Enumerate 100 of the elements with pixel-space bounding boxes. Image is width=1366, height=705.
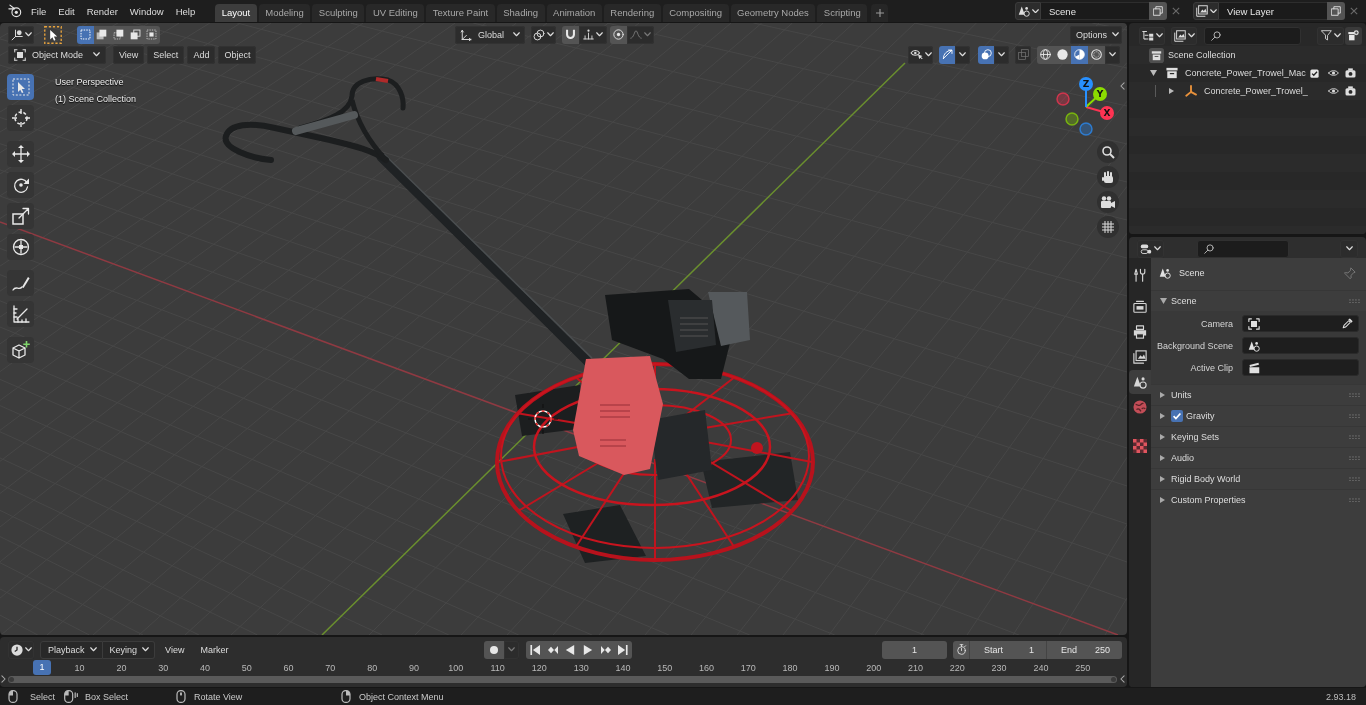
header-menu[interactable]: Select (147, 45, 185, 64)
workspace-tab[interactable]: Compositing (662, 4, 729, 22)
3d-viewport[interactable]: Global Options Object Mode View Select Add Object User Perspective (1) Scene Collection X Y Z (0, 23, 1127, 635)
select-mode-button[interactable] (143, 25, 160, 44)
menu-item[interactable]: Render (80, 2, 124, 20)
visibility-dropdown[interactable] (908, 45, 933, 64)
shading-dropdown[interactable] (1105, 45, 1120, 64)
display-mode-dropdown[interactable] (1171, 26, 1197, 45)
scene-browse-button[interactable] (1015, 2, 1041, 20)
view-layer-name-field[interactable]: View Layer (1219, 2, 1327, 20)
search-field[interactable] (1204, 26, 1301, 45)
workspace-tab[interactable]: UV Editing (366, 4, 425, 22)
chevron-left-icon[interactable] (1120, 675, 1125, 683)
header-menu[interactable]: View (113, 45, 145, 64)
logo-icon[interactable] (8, 4, 22, 18)
filter-dropdown[interactable] (1317, 26, 1344, 45)
play-reverse-button[interactable] (561, 640, 580, 659)
current-frame-badge[interactable]: 1 (33, 660, 51, 675)
add-workspace-button[interactable] (871, 4, 889, 22)
drag-handle-icon[interactable] (1349, 476, 1360, 482)
scene-name-field[interactable]: Scene (1041, 2, 1149, 20)
scale-tool-button[interactable] (7, 203, 34, 229)
disclosure-triangle-icon[interactable] (1160, 455, 1165, 461)
start-frame-field[interactable]: Start 1 (969, 640, 1046, 659)
disclosure-triangle-icon[interactable] (1160, 497, 1165, 503)
shading-mode-button[interactable] (1071, 45, 1088, 64)
menu-item[interactable]: Window (123, 2, 170, 20)
close-icon[interactable] (1172, 7, 1180, 15)
view-layer-browse-button[interactable] (1193, 2, 1219, 20)
hand-icon[interactable] (1097, 166, 1119, 188)
drag-handle-icon[interactable] (1349, 413, 1360, 419)
workspace-tab[interactable]: Texture Paint (426, 4, 495, 22)
camera-icon[interactable] (1345, 86, 1356, 96)
workspace-tab[interactable]: Shading (496, 4, 545, 22)
snap-target-dropdown[interactable] (578, 25, 607, 44)
workspace-tab[interactable]: Animation (546, 4, 602, 22)
menu-item[interactable]: Edit (52, 2, 81, 20)
end-frame-field[interactable]: End 250 (1046, 640, 1122, 659)
outliner-item[interactable]: Concrete_Power_Trowel_ (1204, 86, 1308, 96)
shading-mode-button[interactable] (1037, 45, 1054, 64)
cursor-tool-button[interactable] (7, 105, 34, 131)
overlay-toggle-button[interactable] (978, 45, 994, 64)
header-menu[interactable]: Add (187, 45, 216, 64)
menu-dropdown[interactable]: Playback (40, 640, 103, 659)
overlay-dropdown[interactable] (994, 45, 1009, 64)
select-mode-button[interactable] (110, 25, 127, 44)
drag-handle-icon[interactable] (1349, 455, 1360, 461)
camera-picker-field[interactable] (1242, 315, 1359, 332)
select-mode-button[interactable] (77, 25, 94, 44)
move-tool-button[interactable] (7, 141, 34, 167)
power-trowel-drawing[interactable] (222, 76, 815, 563)
chevron-left-icon[interactable] (1120, 82, 1125, 90)
checkbox-icon[interactable] (1310, 68, 1319, 78)
disclosure-triangle-icon[interactable] (1160, 434, 1165, 440)
gizmo-axis-handle[interactable] (1079, 122, 1093, 136)
select-box-tool-icon[interactable] (44, 25, 62, 44)
header-menu[interactable]: View (159, 644, 191, 655)
gizmo-dropdown[interactable] (955, 45, 970, 64)
current-frame-field[interactable]: 1 (882, 640, 947, 659)
menu-dropdown[interactable]: Keying (102, 640, 156, 659)
gizmo-toggle-button[interactable] (939, 45, 955, 64)
editor-type-button[interactable] (1137, 239, 1164, 258)
3d-cursor-icon[interactable] (527, 403, 559, 435)
gizmo-axis-handle[interactable]: Z (1079, 77, 1093, 108)
header-menu[interactable]: Marker (194, 644, 235, 655)
duplicate-button[interactable] (1149, 2, 1167, 20)
annotate-tool-button[interactable] (7, 270, 34, 296)
menu-item[interactable]: Help (169, 2, 202, 20)
shading-mode-button[interactable] (1088, 45, 1105, 64)
jump-end-button[interactable] (614, 640, 632, 659)
disclosure-triangle-icon[interactable] (1160, 413, 1165, 419)
eyedropper-icon[interactable] (1342, 318, 1353, 329)
zoom-icon[interactable] (1097, 141, 1119, 163)
orientation-dropdown[interactable]: Global (454, 25, 525, 44)
disclosure-triangle-icon[interactable] (1150, 70, 1157, 76)
editor-type-button[interactable] (1139, 26, 1165, 45)
close-icon[interactable] (1350, 7, 1358, 15)
preview-range-button[interactable] (953, 640, 969, 659)
properties-tab[interactable] (1129, 370, 1151, 394)
options-dropdown[interactable] (1340, 239, 1358, 258)
gizmo-axis-handle[interactable] (1056, 92, 1070, 106)
workspace-tab[interactable]: Geometry Nodes (730, 4, 816, 22)
mode-dropdown[interactable]: Object Mode (8, 45, 106, 64)
snap-toggle-button[interactable] (561, 25, 579, 44)
disclosure-triangle-icon[interactable] (1160, 392, 1165, 398)
measure-tool-button[interactable] (7, 301, 34, 327)
editor-type-button[interactable] (8, 640, 34, 659)
drag-handle-icon[interactable] (1349, 298, 1360, 304)
drag-handle-icon[interactable] (1349, 497, 1360, 503)
workspace-tab[interactable]: Sculpting (312, 4, 365, 22)
header-menu[interactable]: Object (218, 45, 257, 64)
eye-icon[interactable] (1328, 87, 1339, 95)
add-cube-tool-button[interactable] (7, 337, 34, 363)
select-tool-button[interactable] (7, 74, 34, 100)
drag-handle-icon[interactable] (1349, 392, 1360, 398)
gizmo-axis-handle[interactable] (1065, 112, 1079, 126)
gizmo-axis-handle[interactable]: X (1085, 106, 1114, 120)
options-dropdown[interactable]: Options (1070, 25, 1122, 44)
disclosure-triangle-icon[interactable] (1160, 298, 1167, 304)
workspace-tab[interactable]: Layout (215, 4, 257, 22)
